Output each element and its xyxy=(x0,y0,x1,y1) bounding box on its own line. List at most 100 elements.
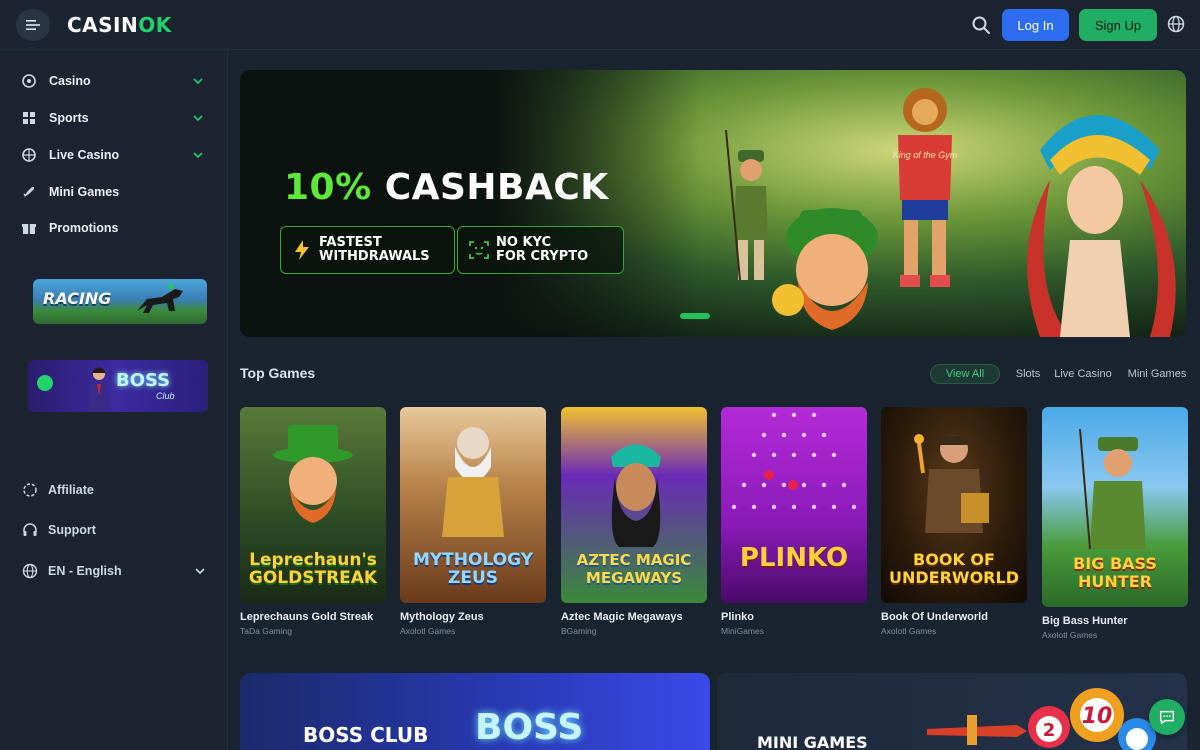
rocket-icon xyxy=(23,187,34,197)
mini-games-card[interactable]: MINI GAMES 2 10 xyxy=(717,673,1187,750)
game-title-art: MYTHOLOGY ZEUS xyxy=(412,550,534,588)
game-thumbnail[interactable]: BIG BASS HUNTER xyxy=(1042,407,1188,607)
boss-club-card[interactable]: BOSS CLUB BOSS xyxy=(240,673,710,750)
live-icon xyxy=(22,148,36,162)
game-card[interactable]: MYTHOLOGY ZEUS Mythology Zeus Axolotl Ga… xyxy=(400,407,546,636)
slots-icon xyxy=(22,74,36,88)
sidebar-item-casino[interactable]: Casino xyxy=(18,68,210,94)
boss-character-icon xyxy=(88,367,110,412)
filter-live-casino[interactable]: Live Casino xyxy=(1052,364,1114,384)
game-thumbnail[interactable]: AZTEC MAGIC MEGAWAYS xyxy=(561,407,707,603)
plinko-pegs-icon xyxy=(731,412,857,510)
boss-banner-sub: Club xyxy=(156,391,175,401)
game-title-art: AZTEC MAGIC MEGAWAYS xyxy=(576,551,692,587)
sidebar-item-sports[interactable]: Sports xyxy=(18,105,210,131)
game-title-art: BIG BASS HUNTER xyxy=(1073,554,1157,591)
game-name[interactable]: Plinko xyxy=(721,611,754,623)
menu-toggle-button[interactable] xyxy=(16,9,50,41)
game-name[interactable]: Leprechauns Gold Streak xyxy=(240,611,373,623)
game-provider: TaDa Gaming xyxy=(240,626,292,636)
game-name[interactable]: Book Of Underworld xyxy=(881,611,988,623)
sidebar-item-label: Live Casino xyxy=(49,148,120,162)
game-title-art: PLINKO xyxy=(739,543,849,573)
chevron-down-icon[interactable] xyxy=(192,75,204,87)
sidebar-item-affiliate[interactable]: Affiliate xyxy=(22,478,214,502)
face-id-icon xyxy=(469,241,489,259)
sidebar-item-live-casino[interactable]: Live Casino xyxy=(18,142,210,168)
gift-icon xyxy=(22,224,36,234)
sports-icon xyxy=(23,112,35,124)
login-button[interactable]: Log In xyxy=(1002,9,1069,41)
game-card[interactable]: AZTEC MAGIC MEGAWAYS Aztec Magic Megaway… xyxy=(561,407,707,636)
boss-club-banner[interactable]: BOSS Club xyxy=(28,360,208,412)
hero-banner[interactable]: King of the Gym 10% CASHBACK FASTEST WITH… xyxy=(240,70,1186,337)
game-card[interactable]: BIG BASS HUNTER Big Bass Hunter Axolotl … xyxy=(1042,407,1188,640)
headset-icon xyxy=(23,523,37,536)
boss-banner-text: BOSS xyxy=(116,370,171,391)
explorer-icon xyxy=(914,434,989,533)
chat-icon xyxy=(1159,710,1175,725)
boss-logo-text: BOSS xyxy=(475,707,584,748)
lightning-icon xyxy=(295,240,309,260)
game-card[interactable]: PLINKO Plinko MiniGames xyxy=(721,407,867,636)
language-label: EN - English xyxy=(48,564,122,578)
lottery-ball-icon: 2 xyxy=(1028,706,1070,748)
game-provider: Axolotl Games xyxy=(400,626,456,636)
globe-icon xyxy=(22,563,38,579)
racing-banner-text: RACING xyxy=(43,289,112,308)
game-card[interactable]: BOOK OF UNDERWORLD Book Of Underworld Ax… xyxy=(881,407,1027,636)
leprechaun-icon xyxy=(273,425,353,523)
filter-view-all[interactable]: View All xyxy=(930,364,1000,384)
game-name[interactable]: Mythology Zeus xyxy=(400,611,484,623)
game-provider: MiniGames xyxy=(721,626,764,636)
sidebar-item-mini-games[interactable]: Mini Games xyxy=(18,179,210,205)
sidebar-item-label: Support xyxy=(48,523,96,537)
carousel-indicator[interactable] xyxy=(680,313,710,319)
sidebar-item-support[interactable]: Support xyxy=(22,518,214,542)
game-provider: Axolotl Games xyxy=(881,626,937,636)
game-title-art: Leprechaun's GOLDSTREAK xyxy=(248,550,378,588)
ball-number: 10 xyxy=(1082,704,1113,729)
chevron-down-icon[interactable] xyxy=(192,149,204,161)
game-thumbnail[interactable]: Leprechaun's GOLDSTREAK xyxy=(240,407,386,603)
hero-headline: 10% CASHBACK xyxy=(284,167,609,208)
live-chat-button[interactable] xyxy=(1149,699,1185,735)
sidebar-item-promotions[interactable]: Promotions xyxy=(18,215,210,241)
search-icon[interactable] xyxy=(970,14,992,36)
no-kyc-badge: NO KYC FOR CRYPTO xyxy=(457,226,624,274)
game-provider: BGaming xyxy=(561,626,597,636)
lion-shirt-text: King of the Gym xyxy=(893,150,958,160)
filter-slots[interactable]: Slots xyxy=(1010,364,1046,384)
game-name[interactable]: Big Bass Hunter xyxy=(1042,615,1128,627)
coin-icon xyxy=(37,375,53,391)
aztec-woman-icon xyxy=(611,444,661,547)
sidebar-item-label: Sports xyxy=(49,111,89,125)
game-thumbnail[interactable]: PLINKO xyxy=(721,407,867,603)
game-thumbnail[interactable]: BOOK OF UNDERWORLD xyxy=(881,407,1027,603)
signup-button[interactable]: Sign Up xyxy=(1079,9,1157,41)
game-name[interactable]: Aztec Magic Megaways xyxy=(561,611,683,623)
horse-icon xyxy=(137,284,183,313)
sidebar-item-label: Casino xyxy=(49,74,91,88)
affiliate-icon xyxy=(23,483,37,497)
game-title-art: BOOK OF UNDERWORLD xyxy=(889,550,1019,587)
chevron-down-icon[interactable] xyxy=(192,112,204,124)
ball-number: 2 xyxy=(1043,720,1056,741)
fast-withdrawal-badge: FASTEST WITHDRAWALS xyxy=(280,226,455,274)
leprechaun-character xyxy=(772,208,878,330)
globe-icon[interactable] xyxy=(1167,15,1185,33)
game-provider: Axolotl Games xyxy=(1042,630,1098,640)
filter-mini-games[interactable]: Mini Games xyxy=(1122,364,1192,384)
site-logo[interactable]: CASINOK xyxy=(67,13,172,37)
language-selector[interactable]: EN - English xyxy=(22,559,214,583)
boss-club-card-title: BOSS CLUB xyxy=(303,723,429,747)
game-card[interactable]: Leprechaun's GOLDSTREAK Leprechauns Gold… xyxy=(240,407,386,636)
racing-banner[interactable]: RACING xyxy=(33,279,207,324)
aztec-warrior-character xyxy=(1027,115,1176,337)
top-games-title: Top Games xyxy=(240,365,316,381)
zeus-icon xyxy=(442,427,504,537)
game-thumbnail[interactable]: MYTHOLOGY ZEUS xyxy=(400,407,546,603)
sidebar-item-label: Mini Games xyxy=(49,185,120,199)
chevron-down-icon[interactable] xyxy=(194,565,206,577)
hamburger-icon xyxy=(26,20,40,30)
